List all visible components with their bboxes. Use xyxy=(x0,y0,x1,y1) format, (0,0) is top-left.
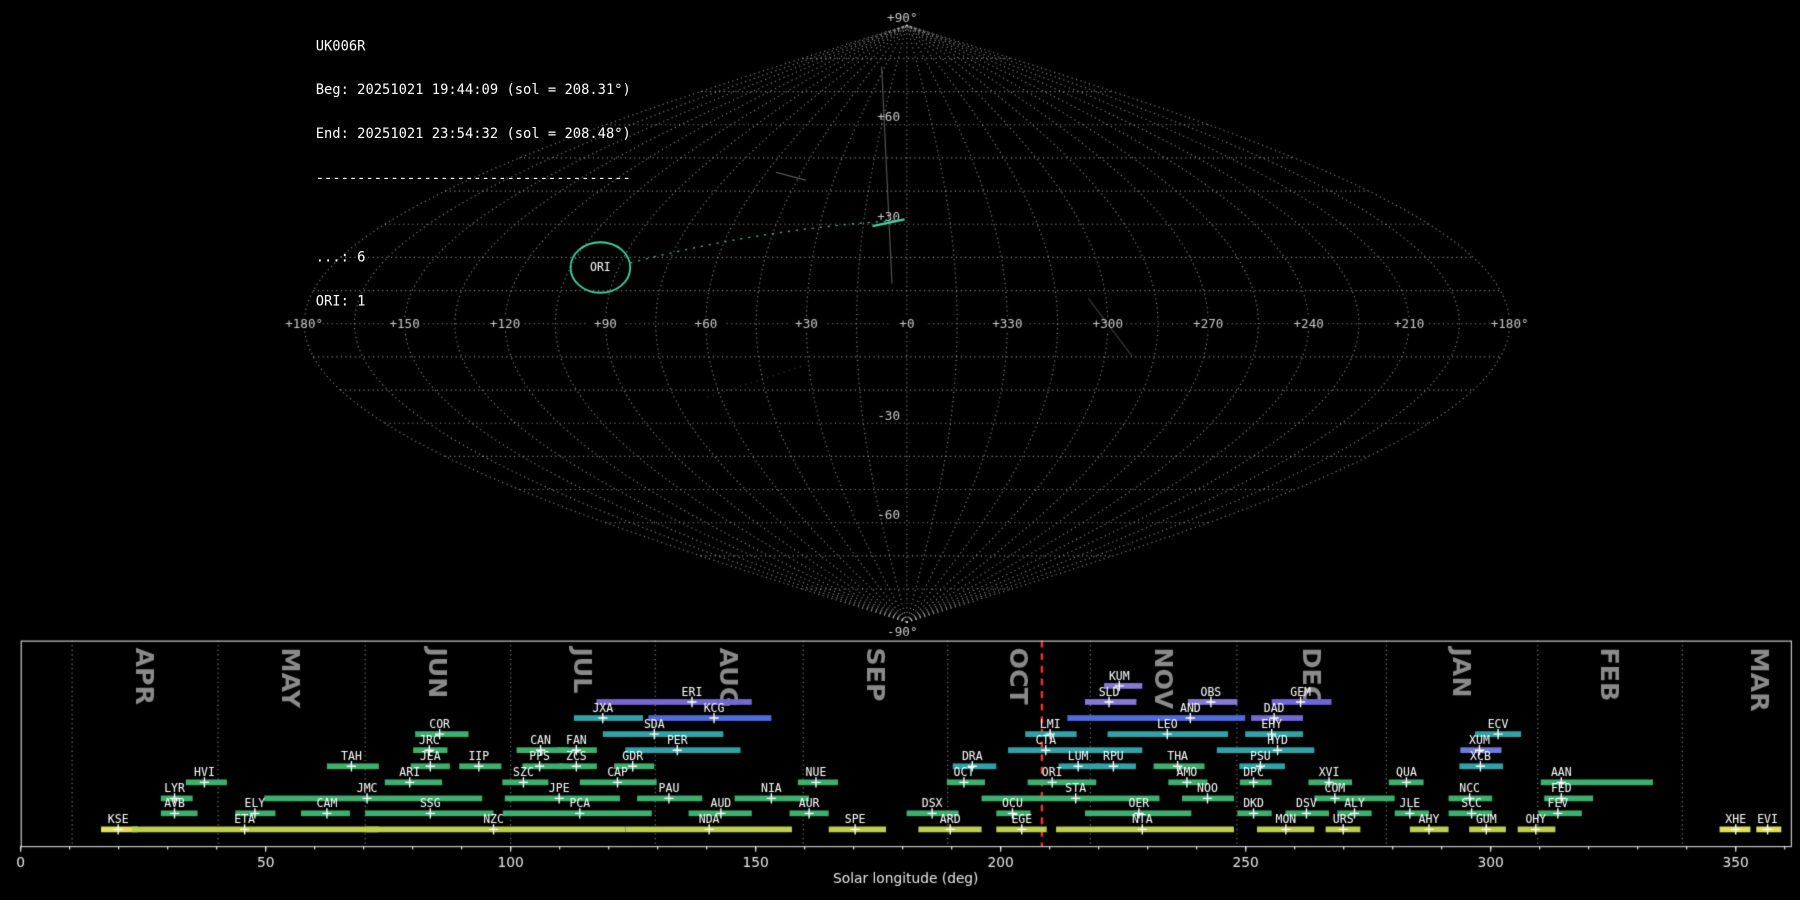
sky-map-and-activity-chart-canvas xyxy=(0,0,1800,900)
radiant-activity-page: UK006R Beg: 20251021 19:44:09 (sol = 208… xyxy=(0,0,1800,900)
